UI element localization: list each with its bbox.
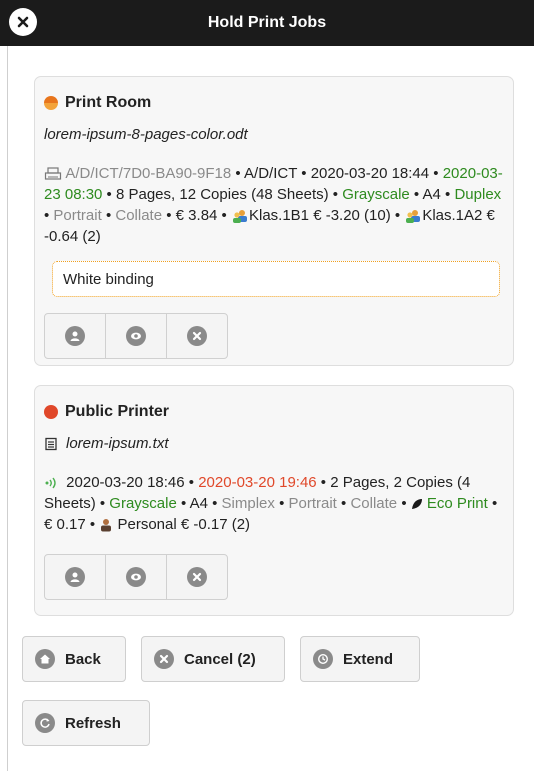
document-name: lorem-ipsum.txt [66,435,169,452]
job-comment: White binding [52,261,500,297]
preview-button[interactable] [106,555,167,599]
document-icon [45,437,57,450]
paper-size: A4 [189,495,208,512]
job-cost: € 0.17 [44,516,86,533]
printer-name: Print Room [65,94,152,111]
job-id: A/D/ICT/7D0-BA90-9F18 [65,165,232,182]
assign-user-button[interactable] [45,555,106,599]
sides-mode: Simplex [221,495,275,512]
person-icon [101,519,112,532]
submitted-time: 2020-03-20 18:46 [66,474,185,491]
account-charge: Klas.1B1 € -3.20 (10) [248,207,391,224]
cancel-label: Cancel (2) [184,650,256,668]
job-cost: € 3.84 [175,207,218,224]
user-icon [65,326,85,346]
document-name: lorem-ipsum-8-pages-color.odt [44,126,248,143]
refresh-label: Refresh [65,714,121,732]
refresh-button[interactable]: Refresh [22,700,150,746]
status-dot [44,96,58,110]
page-title: Hold Print Jobs [207,14,327,31]
wireless-icon [45,477,56,489]
cancel-icon [187,567,207,587]
clock-icon [313,649,333,669]
orientation: Portrait [288,495,337,512]
job-actions [44,554,228,600]
color-mode: Grayscale [342,186,410,203]
printer-row: Print Room [44,94,151,112]
cancel-icon [154,649,174,669]
preview-button[interactable] [106,314,167,358]
submitted-time: 2020-03-20 18:44 [310,165,430,182]
back-button[interactable]: Back [22,636,126,682]
job-details: 2020-03-20 18:46 • 2020-03-20 19:46 • 2 … [44,474,498,533]
paper-size: A4 [422,186,441,203]
job-card: Public Printer lorem-ipsum.txt 2020-03-2… [34,385,514,616]
cancel-all-button[interactable]: Cancel (2) [141,636,285,682]
extend-label: Extend [343,650,394,668]
group-icon [406,210,421,224]
color-mode: Grayscale [109,495,177,512]
document-row: lorem-ipsum.txt [44,435,169,452]
refresh-icon [35,713,55,733]
job-list: Print Room lorem-ipsum-8-pages-color.odt… [7,46,534,771]
header-bar: Hold Print Jobs [0,0,534,46]
back-label: Back [65,650,101,668]
assign-user-button[interactable] [45,314,106,358]
printer-icon [44,167,62,180]
sides-mode: Duplex [454,186,502,203]
orientation: Portrait [53,207,102,224]
extend-button[interactable]: Extend [300,636,420,682]
printer-row: Public Printer [44,403,169,421]
eco-print: Eco Print [426,495,488,512]
cancel-icon [187,326,207,346]
eye-icon [126,567,146,587]
job-path: A/D/ICT [244,165,298,182]
eye-icon [126,326,146,346]
status-dot [44,405,58,419]
page-count: 2 Pages, 2 [330,474,402,491]
leaf-icon [411,499,422,510]
printer-name: Public Printer [65,403,170,420]
home-icon [35,649,55,669]
expiry-time: 2020-03-20 19:46 [198,474,317,491]
account-charge: Personal € -0.17 (2) [117,516,251,533]
page-count: 8 Pages, 12 Copies (48 Sheets) [115,186,329,203]
job-actions [44,313,228,359]
group-icon [232,210,247,224]
cancel-job-button[interactable] [167,314,227,358]
job-details: A/D/ICT/7D0-BA90-9F18 • A/D/ICT • 2020-0… [44,165,503,245]
job-card: Print Room lorem-ipsum-8-pages-color.odt… [34,76,514,366]
cancel-job-button[interactable] [167,555,227,599]
collate: Collate [115,207,163,224]
user-icon [65,567,85,587]
collate: Collate [350,495,398,512]
